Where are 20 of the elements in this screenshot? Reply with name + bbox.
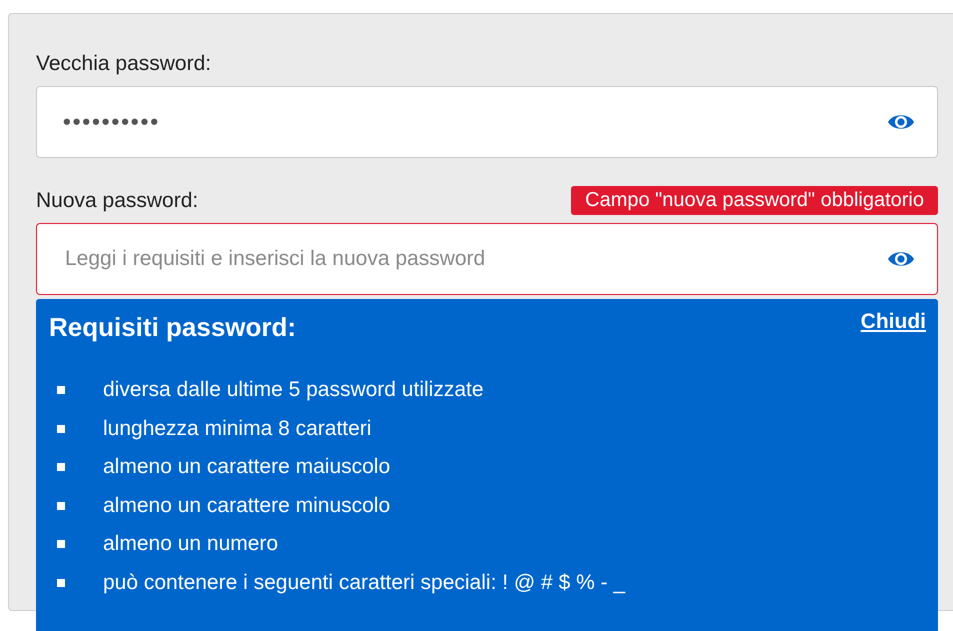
bullet-icon xyxy=(57,463,65,472)
field-label: Nuova password: xyxy=(36,188,198,214)
requirement-text: può contenere i seguenti caratteri speciali: ! @ # $ % - _ xyxy=(103,570,626,595)
password-field[interactable]: Leggi i requisiti e inserisci la nuova password xyxy=(36,223,938,295)
error-message: Campo "nuova password" obbligatorio xyxy=(571,186,938,215)
requirement-text: diversa dalle ultime 5 password utilizzate xyxy=(103,378,484,402)
requirement-text: almeno un carattere maiuscolo xyxy=(103,455,390,480)
requirement-text: lunghezza minima 8 caratteri xyxy=(103,416,372,441)
requirement-text: almeno un numero xyxy=(103,532,278,556)
bullet-icon xyxy=(57,540,65,548)
bullet-icon xyxy=(57,386,65,394)
bullet-icon xyxy=(57,502,65,510)
requirement-text: almeno un carattere minuscolo xyxy=(103,494,390,518)
password-field[interactable]: •••••••••• xyxy=(36,86,938,158)
bullet-icon xyxy=(57,424,65,433)
bullet-icon xyxy=(57,578,65,587)
field-label: Vecchia password: xyxy=(36,51,212,77)
popup-title: Requisiti password: xyxy=(49,311,296,344)
close-link[interactable]: Chiudi xyxy=(860,309,926,335)
password-input[interactable]: Leggi i requisiti e inserisci la nuova password xyxy=(63,246,887,272)
